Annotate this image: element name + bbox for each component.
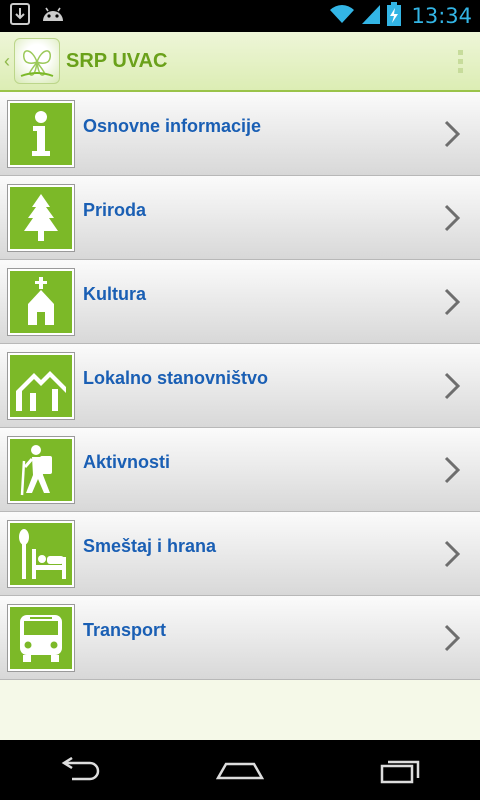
hiker-icon <box>7 435 75 504</box>
battery-charging-icon <box>387 1 402 31</box>
nav-bar <box>0 740 480 800</box>
signal-icon <box>361 3 381 30</box>
butterfly-logo-icon[interactable] <box>14 38 60 84</box>
menu-item-kultura[interactable]: Kultura <box>0 260 480 344</box>
chevron-right-icon <box>432 176 472 260</box>
download-icon <box>10 2 30 30</box>
status-time: 13:34 <box>411 4 472 28</box>
menu-item-label: Kultura <box>83 284 146 304</box>
menu-item-transport[interactable]: Transport <box>0 596 480 680</box>
status-right: 13:34 <box>329 1 472 31</box>
menu-item-label: Lokalno stanovništvo <box>83 368 269 388</box>
chevron-right-icon <box>432 512 472 596</box>
chevron-right-icon <box>432 92 472 176</box>
menu-item-label: Aktivnosti <box>83 452 171 472</box>
menu-item-label: Smeštaj i hrana <box>83 536 217 556</box>
wifi-icon <box>329 3 355 30</box>
back-icon[interactable] <box>40 740 120 800</box>
chevron-right-icon <box>432 596 472 680</box>
home-icon[interactable] <box>200 740 280 800</box>
menu-item-smestaj-i-hrana[interactable]: Smeštaj i hrana <box>0 512 480 596</box>
menu-item-label: Osnovne informacije <box>83 116 262 136</box>
status-bar: 13:34 <box>0 0 480 32</box>
bed-fork-icon <box>7 519 75 588</box>
chevron-right-icon <box>432 428 472 512</box>
overflow-menu-icon[interactable] <box>440 31 480 91</box>
app-title: SRP UVAC <box>66 49 168 72</box>
house-icon <box>7 351 75 420</box>
android-icon <box>40 3 66 30</box>
church-icon <box>7 267 75 336</box>
menu-item-label: Priroda <box>83 200 147 220</box>
bus-icon <box>7 603 75 672</box>
chevron-right-icon <box>432 260 472 344</box>
up-caret-icon[interactable]: ‹ <box>4 51 12 72</box>
menu-list: Osnovne informacije Priroda Kultura Loka… <box>0 92 480 680</box>
menu-item-label: Transport <box>83 620 167 640</box>
status-left <box>10 2 66 30</box>
chevron-right-icon <box>432 344 472 428</box>
recents-icon[interactable] <box>360 740 440 800</box>
info-icon <box>7 99 75 168</box>
menu-item-aktivnosti[interactable]: Aktivnosti <box>0 428 480 512</box>
tree-icon <box>7 183 75 252</box>
menu-item-osnovne-informacije[interactable]: Osnovne informacije <box>0 92 480 176</box>
action-bar: ‹ SRP UVAC <box>0 32 480 92</box>
menu-item-priroda[interactable]: Priroda <box>0 176 480 260</box>
menu-item-lokalno-stanovnistvo[interactable]: Lokalno stanovništvo <box>0 344 480 428</box>
